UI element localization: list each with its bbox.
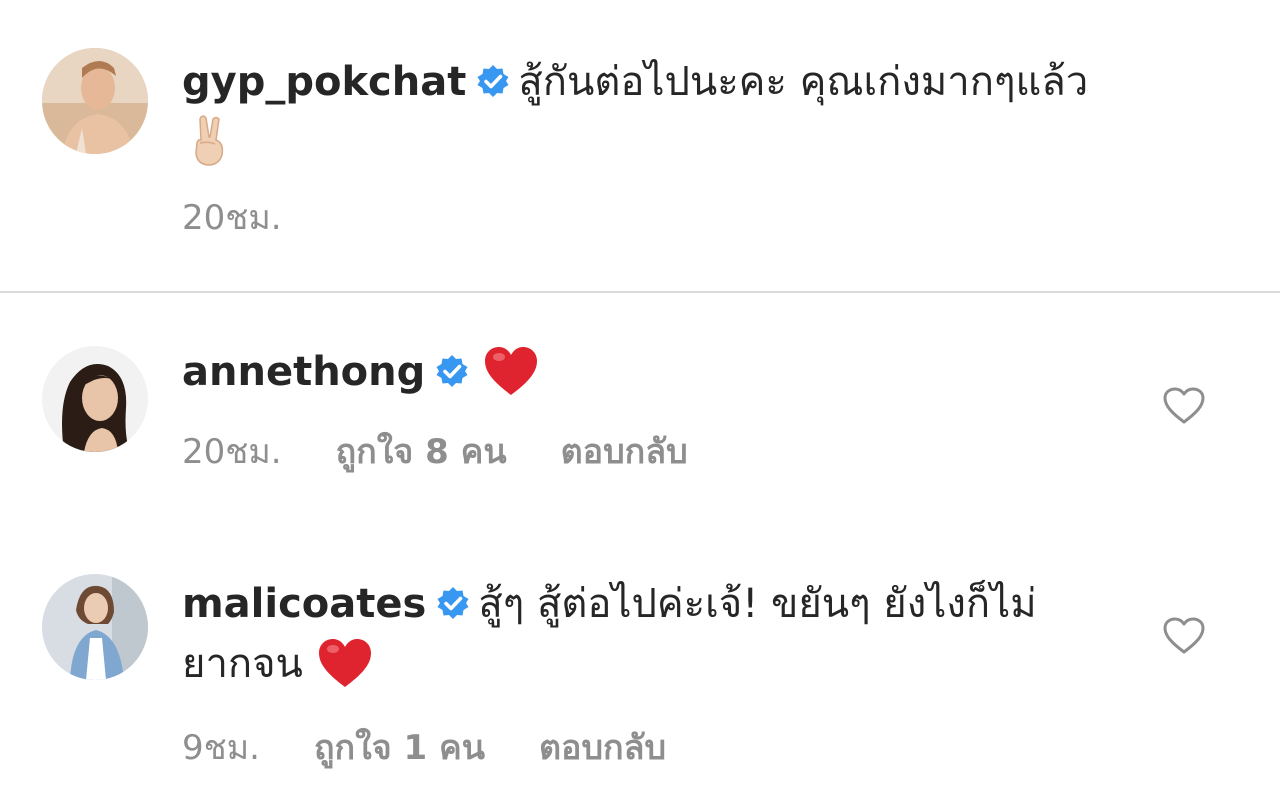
- reply-button[interactable]: ตอบกลับ: [561, 430, 688, 474]
- username[interactable]: malicoates: [182, 581, 426, 627]
- username[interactable]: annethong: [182, 349, 425, 395]
- red-heart-emoji: [317, 637, 373, 689]
- comment-text-block: malicoates สู้ๆ สู้ต่อไปค่ะเจ้! ขยันๆ ยัง…: [182, 574, 1142, 694]
- avatar[interactable]: [42, 48, 148, 154]
- verified-badge-icon: [476, 64, 510, 98]
- reply-button[interactable]: ตอบกลับ: [539, 726, 666, 770]
- comment-meta: 20ชม.: [182, 196, 282, 240]
- verified-badge-icon: [435, 354, 469, 388]
- like-heart-icon[interactable]: [1162, 616, 1206, 656]
- like-heart-icon[interactable]: [1162, 386, 1206, 426]
- username[interactable]: gyp_pokchat: [182, 59, 466, 105]
- likes-count[interactable]: ถูกใจ 8 คน: [336, 430, 507, 474]
- divider: [0, 291, 1280, 293]
- comment-timestamp[interactable]: 20ชม.: [182, 196, 282, 240]
- comment-meta: 20ชม. ถูกใจ 8 คน ตอบกลับ: [182, 430, 688, 474]
- comment-timestamp[interactable]: 20ชม.: [182, 430, 282, 474]
- red-heart-emoji: [483, 345, 539, 397]
- comment-meta: 9ชม. ถูกใจ 1 คน ตอบกลับ: [182, 726, 666, 770]
- victory-hand-emoji: [188, 113, 232, 167]
- verified-badge-icon: [436, 586, 470, 620]
- likes-count[interactable]: ถูกใจ 1 คน: [314, 726, 485, 770]
- avatar[interactable]: [42, 574, 148, 680]
- comment-text-block: annethong: [182, 342, 1142, 402]
- comment-timestamp[interactable]: 9ชม.: [182, 726, 260, 770]
- avatar[interactable]: [42, 346, 148, 452]
- comment-text: สู้กันต่อไปนะคะ คุณเก่งมากๆแล้ว: [518, 59, 1089, 105]
- comment-text-block: gyp_pokchat สู้กันต่อไปนะคะ คุณเก่งมากๆแล…: [182, 52, 1142, 172]
